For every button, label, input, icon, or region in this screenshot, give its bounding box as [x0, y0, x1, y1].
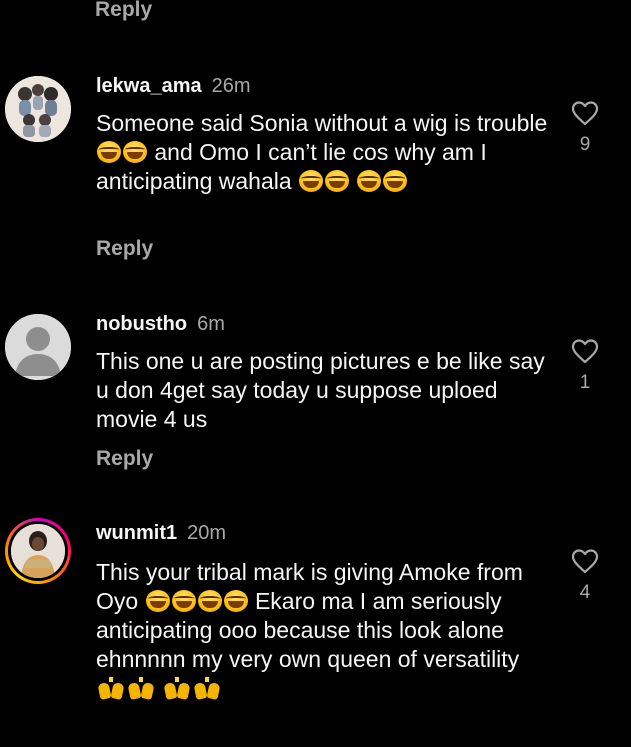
comment-meta: nobustho 6m: [96, 312, 225, 336]
comment-meta: lekwa_ama 26m: [96, 74, 251, 98]
face-with-tears-of-joy-icon: [223, 590, 248, 612]
username[interactable]: wunmit1: [96, 522, 177, 544]
comment-text: This one u are posting pictures e be lik…: [96, 348, 545, 432]
raising-hands-icon: [193, 677, 221, 700]
avatar[interactable]: [5, 76, 71, 142]
face-with-tears-of-joy-icon: [299, 170, 324, 192]
comment-meta: wunmit1 20m: [96, 521, 226, 545]
comment-text: Someone said Sonia without a wig is trou…: [96, 110, 548, 194]
face-with-tears-of-joy-icon: [197, 590, 222, 612]
like-control: 4: [565, 548, 605, 604]
story-ring: [5, 518, 71, 584]
like-count: 1: [579, 372, 591, 393]
face-with-tears-of-joy-icon: [123, 141, 147, 163]
timestamp: 20m: [187, 522, 227, 544]
timestamp: 6m: [197, 313, 225, 335]
heart-icon[interactable]: [571, 100, 599, 126]
like-count: 4: [579, 582, 591, 603]
avatar[interactable]: [5, 518, 71, 584]
reply-button[interactable]: Reply: [96, 237, 153, 261]
face-with-tears-of-joy-icon: [171, 590, 196, 612]
avatar[interactable]: [5, 314, 71, 380]
like-control: 1: [565, 338, 605, 394]
raising-hands-icon: [163, 677, 191, 700]
face-with-tears-of-joy-icon: [357, 170, 382, 192]
like-control: 9: [565, 100, 605, 156]
avatar-image: [11, 524, 65, 578]
raising-hands-icon: [127, 677, 155, 700]
like-count: 9: [579, 134, 591, 155]
heart-icon[interactable]: [571, 548, 599, 574]
reply-button[interactable]: Reply: [96, 447, 153, 471]
avatar-image: [5, 76, 71, 142]
username[interactable]: lekwa_ama: [96, 75, 202, 97]
raising-hands-icon: [97, 677, 125, 700]
face-with-tears-of-joy-icon: [325, 170, 350, 192]
username[interactable]: nobustho: [96, 313, 187, 335]
heart-icon[interactable]: [571, 338, 599, 364]
comment-text: This your tribal mark is giving Amoke fr…: [96, 558, 551, 703]
face-with-tears-of-joy-icon: [97, 141, 121, 163]
face-with-tears-of-joy-icon: [383, 170, 408, 192]
face-with-tears-of-joy-icon: [145, 590, 170, 612]
timestamp: 26m: [211, 75, 251, 97]
default-avatar-icon: [5, 314, 71, 380]
reply-button[interactable]: Reply: [95, 0, 152, 22]
